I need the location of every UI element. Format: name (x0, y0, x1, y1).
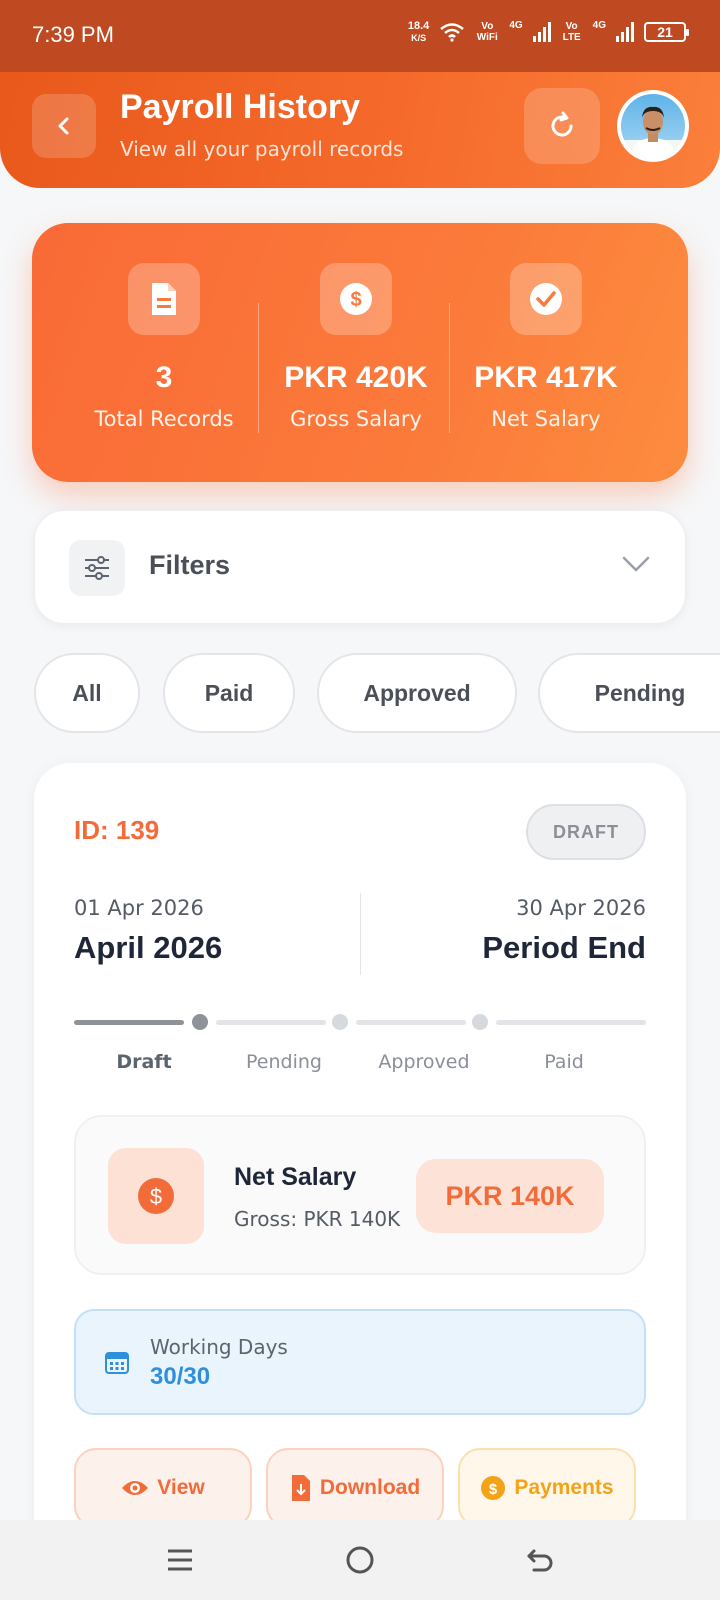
stepper-segment-paid (496, 1020, 646, 1025)
payments-button[interactable]: $ Payments (458, 1448, 636, 1528)
summary-label: Net Salary (491, 407, 601, 431)
summary-total-records: 3 Total Records (68, 223, 260, 482)
chevron-left-icon (58, 117, 69, 135)
net-salary-title: Net Salary (234, 1163, 357, 1191)
chevron-down-icon (622, 556, 650, 572)
working-days-value: 30/30 (150, 1363, 211, 1390)
home-circle-icon (346, 1546, 374, 1574)
svg-text:$: $ (350, 289, 361, 311)
system-nav-bar (0, 1520, 720, 1600)
chip-approved[interactable]: Approved (317, 653, 517, 733)
net-salary-amount: PKR 140K (416, 1159, 604, 1233)
step-label-pending: Pending (246, 1051, 322, 1073)
chip-paid[interactable]: Paid (163, 653, 295, 733)
network-speed: 18.4 K/S (408, 20, 429, 44)
dollar-icon: $ (340, 283, 372, 315)
sliders-icon (85, 556, 109, 580)
status-bar: 7:39 PM 18.4 K/S Vo WiFi 4G Vo LTE 4G 21 (0, 0, 720, 72)
vowifi-tag: Vo WiFi (476, 21, 498, 43)
back-arrow-icon (527, 1549, 553, 1572)
stepper-dot-pending (332, 1014, 348, 1030)
app-header: 7:39 PM 18.4 K/S Vo WiFi 4G Vo LTE 4G 21 (0, 0, 720, 188)
working-days-box: Working Days 30/30 (74, 1309, 646, 1415)
summary-value: PKR 417K (474, 361, 618, 394)
avatar[interactable] (617, 90, 689, 162)
calendar-icon (105, 1352, 129, 1374)
summary-card: 3 Total Records $ PKR 420K Gross Salary … (32, 223, 688, 482)
period-month: April 2026 (74, 930, 223, 965)
step-label-approved: Approved (378, 1051, 470, 1073)
back-button[interactable] (32, 94, 96, 158)
signal-icon (532, 22, 551, 42)
menu-icon (168, 1549, 192, 1571)
network-type-1: 4G (509, 20, 523, 31)
stepper-segment-approved (356, 1020, 466, 1025)
person-icon (621, 106, 685, 158)
document-icon (152, 283, 176, 315)
file-download-icon (291, 1475, 310, 1501)
stepper-dot-approved (472, 1014, 488, 1030)
payments-label: Payments (514, 1476, 614, 1499)
refresh-icon (551, 111, 573, 137)
step-label-draft: Draft (116, 1051, 172, 1073)
back-nav-button[interactable] (520, 1540, 560, 1580)
battery-icon: 21 (644, 22, 689, 42)
dollar-icon: $ (138, 1178, 174, 1214)
coin-icon: $ (481, 1476, 506, 1500)
volte-tag: Vo LTE (562, 21, 581, 43)
chip-all[interactable]: All (34, 653, 140, 733)
view-label: View (157, 1476, 205, 1499)
view-button[interactable]: View (74, 1448, 252, 1528)
avatar-photo (621, 94, 685, 158)
payroll-record-card[interactable]: ID: 139 DRAFT 01 Apr 2026 April 2026 30 … (34, 763, 686, 1600)
summary-value: 3 (155, 361, 173, 394)
net-icon-box: $ (108, 1148, 204, 1244)
page-title: Payroll History (120, 88, 360, 126)
status-time: 7:39 PM (32, 22, 114, 47)
refresh-button[interactable] (524, 88, 600, 164)
period-end-date: 30 Apr 2026 (516, 896, 646, 920)
summary-icon-box (128, 263, 200, 335)
period-start-date: 01 Apr 2026 (74, 896, 204, 920)
home-button[interactable] (340, 1540, 380, 1580)
filters-label: Filters (149, 550, 231, 580)
chip-pending[interactable]: Pending (538, 653, 720, 733)
summary-value: PKR 420K (284, 361, 428, 394)
status-badge: DRAFT (526, 804, 646, 860)
stepper-dot-draft (192, 1014, 208, 1030)
gross-salary-text: Gross: PKR 140K (234, 1207, 401, 1231)
record-id: ID: 139 (74, 815, 160, 845)
summary-label: Gross Salary (290, 407, 422, 431)
menu-button[interactable] (160, 1540, 200, 1580)
eye-icon (122, 1481, 149, 1495)
page-subtitle: View all your payroll records (120, 137, 404, 161)
wifi-icon (440, 23, 465, 42)
summary-icon-box: $ (320, 263, 392, 335)
summary-icon-box (510, 263, 582, 335)
signal-icon-2 (616, 22, 634, 42)
summary-net-salary: PKR 417K Net Salary (450, 223, 642, 482)
period-divider (360, 893, 361, 975)
stepper-segment-pending (216, 1020, 326, 1025)
download-button[interactable]: Download (266, 1448, 444, 1528)
divider (258, 303, 259, 433)
check-icon (530, 283, 562, 315)
svg-text:$: $ (150, 1184, 162, 1209)
working-days-label: Working Days (150, 1335, 288, 1359)
net-salary-box: $ Net Salary Gross: PKR 140K PKR 140K (74, 1115, 646, 1275)
period-end-label: Period End (482, 930, 646, 965)
speed-value: 18.4 (407, 20, 430, 32)
filter-icon-box (69, 540, 125, 596)
summary-label: Total Records (94, 407, 234, 431)
stepper-segment-draft (74, 1020, 184, 1025)
svg-text:$: $ (489, 1481, 498, 1498)
step-label-paid: Paid (544, 1051, 584, 1073)
network-type-2: 4G (592, 20, 606, 31)
summary-gross-salary: $ PKR 420K Gross Salary (260, 223, 452, 482)
download-label: Download (319, 1476, 421, 1499)
filters-panel[interactable]: Filters (34, 510, 686, 624)
speed-unit: K/S (411, 33, 427, 43)
status-icons: 18.4 K/S Vo WiFi 4G Vo LTE 4G 21 (408, 20, 689, 44)
